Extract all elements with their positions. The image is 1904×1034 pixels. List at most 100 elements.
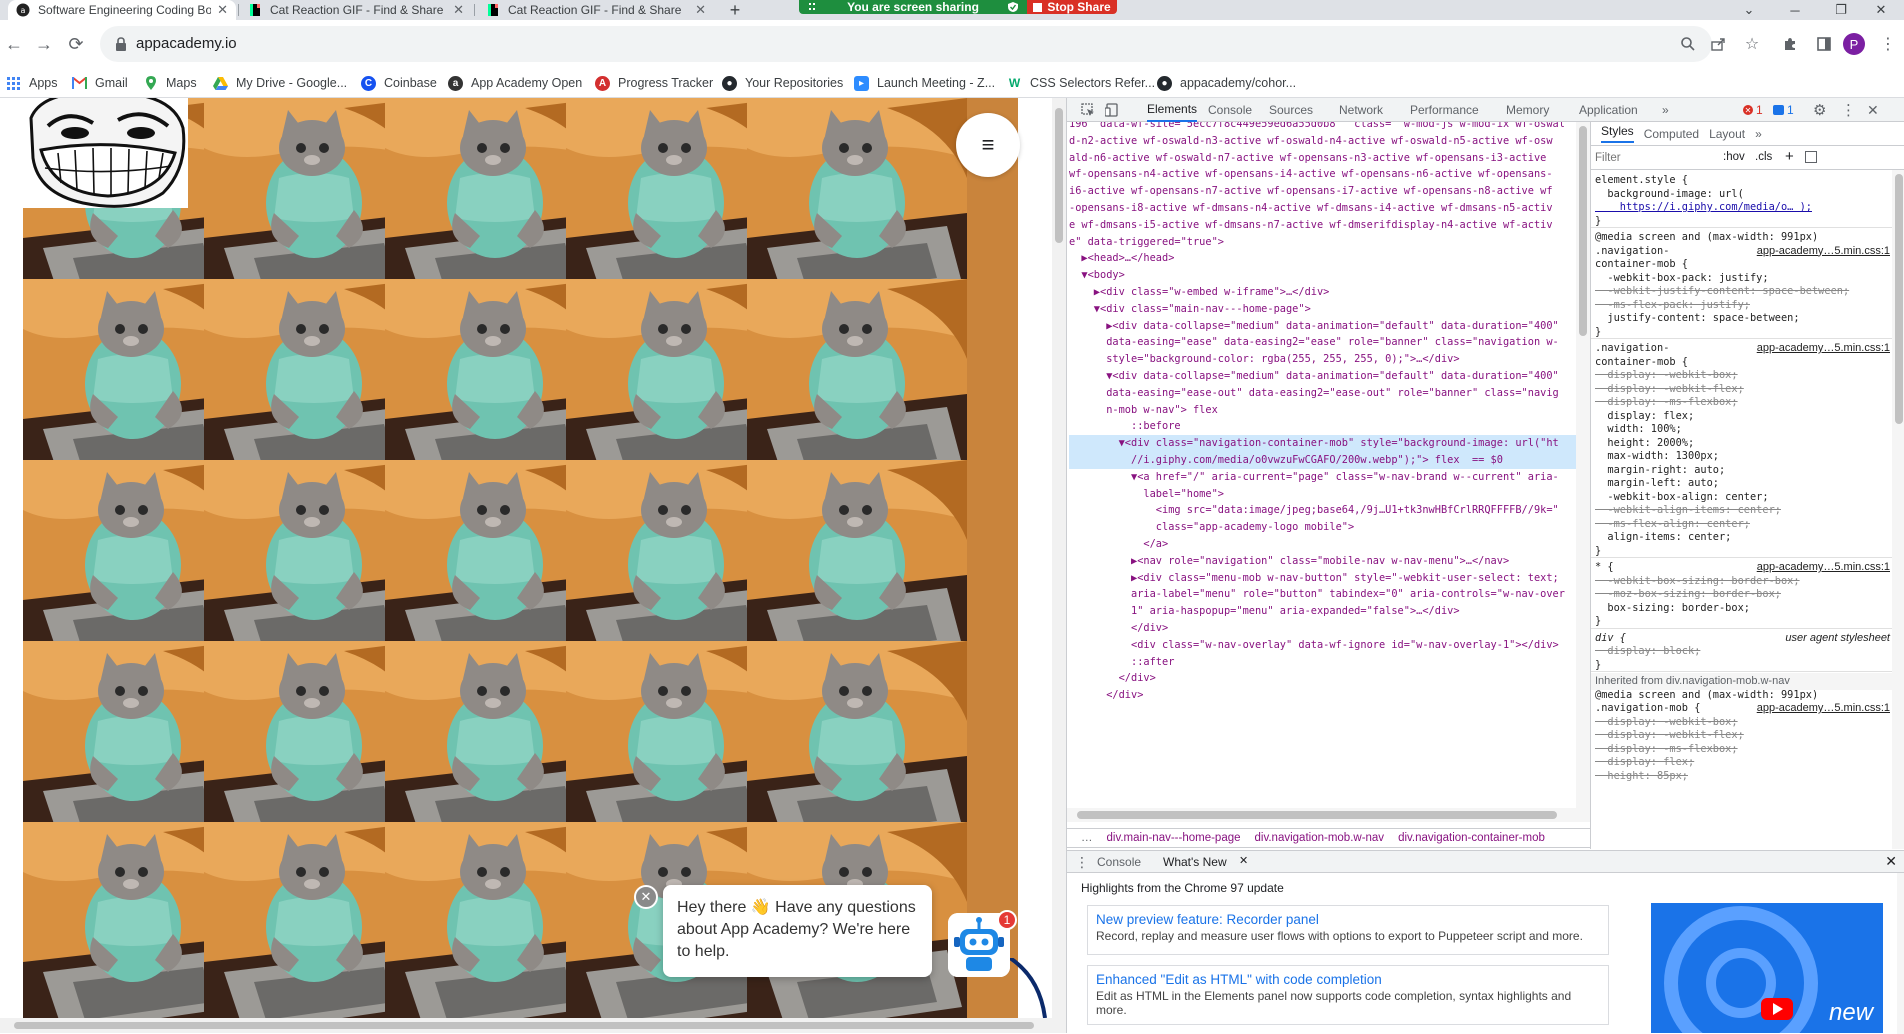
stop-share-button[interactable]: Stop Share (1027, 0, 1117, 14)
bookmark-css-selectors[interactable]: W CSS Selectors Refer... (1007, 74, 1155, 92)
device-toolbar-icon[interactable] (1105, 98, 1119, 122)
tab-styles[interactable]: Styles (1601, 124, 1634, 143)
drawer-kebab-icon[interactable]: ⋮ (1075, 854, 1089, 871)
bookmark-appacademy-cohort[interactable]: ● appacademy/cohor... (1157, 74, 1296, 92)
bookmark-gmail[interactable]: Gmail (72, 74, 128, 92)
tab-layout[interactable]: Layout (1709, 127, 1745, 141)
dom-tree-line[interactable]: //i.giphy.com/media/o0vwzuFwCGAFO/200w.w… (1069, 452, 1579, 469)
message-counter[interactable]: 1 (1773, 98, 1794, 122)
whats-new-card-edit-html[interactable]: Enhanced "Edit as HTML" with code comple… (1087, 965, 1609, 1025)
style-rule-line[interactable]: align-items: center; (1595, 529, 1731, 546)
tab-close-icon[interactable]: ✕ (217, 2, 228, 18)
card-title[interactable]: New preview feature: Recorder panel (1096, 912, 1600, 927)
scroll-thumb[interactable] (14, 1022, 1034, 1029)
dom-tree-line[interactable]: -opensans-i8-active wf-dmsans-n4-active … (1069, 200, 1553, 217)
dom-tree-line[interactable]: ▼<div class="navigation-container-mob" s… (1069, 435, 1579, 452)
bookmark-coinbase[interactable]: C Coinbase (361, 74, 437, 92)
forward-arrow-icon[interactable]: → (32, 32, 56, 56)
devtools-tab-network[interactable]: Network (1339, 98, 1383, 122)
elements-vertical-scrollbar[interactable] (1576, 122, 1590, 822)
error-counter[interactable]: ✕ 1 (1743, 98, 1763, 122)
tab-cat-gif-2[interactable]: Cat Reaction GIF - Find & Share ✕ (478, 0, 714, 20)
dom-tree-line[interactable]: ▶<head>…</head> (1069, 250, 1174, 267)
bookmark-your-repositories[interactable]: ● Your Repositories (722, 74, 843, 92)
dom-tree-line[interactable]: class="app-academy-logo mobile"> (1069, 519, 1354, 536)
hover-state-toggle[interactable]: :hov (1723, 151, 1745, 163)
bookmark-apps[interactable]: Apps (6, 74, 58, 92)
elements-horizontal-scrollbar[interactable] (1067, 808, 1576, 822)
side-panel-icon[interactable] (1812, 32, 1836, 56)
dom-tree-line[interactable]: style="background-color: rgba(255, 255, … (1069, 351, 1459, 368)
page-vertical-scrollbar[interactable] (1052, 98, 1066, 1033)
tab-close-icon[interactable]: ✕ (453, 2, 464, 18)
bookmark-drive[interactable]: My Drive - Google... (213, 74, 347, 92)
dom-tree-line[interactable]: label="home"> (1069, 486, 1224, 503)
tab-app-academy[interactable]: a Software Engineering Coding Bo ✕ (8, 0, 236, 20)
breadcrumb-ellipsis[interactable]: … (1081, 832, 1093, 844)
drawer-scrollbar[interactable] (1897, 873, 1904, 1034)
page-horizontal-scrollbar[interactable] (0, 1018, 1052, 1033)
tab-computed[interactable]: Computed (1644, 127, 1699, 141)
style-rule-line[interactable]: display: block; (1595, 643, 1700, 660)
profile-avatar[interactable]: P (1842, 32, 1866, 56)
dom-tree-line[interactable]: ▼<a href="/" aria-current="page" class="… (1069, 469, 1559, 486)
class-toggle[interactable]: .cls (1755, 151, 1772, 163)
bookmark-launch-meeting[interactable]: ▸ Launch Meeting - Z... (854, 74, 995, 92)
devtools-close-icon[interactable]: ✕ (1867, 98, 1879, 122)
dom-tree-line[interactable]: e" data-triggered="true"> (1069, 234, 1224, 251)
tab-close-icon[interactable]: ✕ (695, 2, 706, 18)
dom-tree-line[interactable]: ald-n6-active wf-oswald-n7-active wf-ope… (1069, 150, 1546, 167)
scroll-thumb[interactable] (1055, 108, 1063, 243)
devtools-tab-sources[interactable]: Sources (1269, 98, 1313, 122)
style-rule-line[interactable]: box-sizing: border-box; (1595, 600, 1750, 617)
dom-tree-line[interactable]: ▼<div data-collapse="medium" data-animat… (1069, 368, 1559, 385)
style-source-link[interactable]: user agent stylesheet (1785, 630, 1890, 647)
computed-sidebar-icon[interactable] (1805, 151, 1817, 163)
share-icon[interactable] (1706, 32, 1730, 56)
drawer-tab-close-icon[interactable]: ✕ (1239, 854, 1248, 867)
inspect-element-icon[interactable] (1081, 98, 1095, 122)
dom-tree-line[interactable]: ▶<div class="hero---home-page wf-section… (1069, 704, 1429, 707)
devtools-tab-elements[interactable]: Elements (1147, 98, 1198, 122)
drawer-close-icon[interactable]: ✕ (1885, 853, 1897, 870)
dom-tree-line[interactable]: aria-label="menu" role="button" tabindex… (1069, 586, 1565, 603)
dom-tree-line[interactable]: </a> (1069, 536, 1168, 553)
dom-tree-line[interactable]: n-mob w-nav"> flex (1069, 402, 1218, 419)
dom-tree-line[interactable]: </div> (1069, 687, 1143, 704)
styles-more-tabs[interactable]: » (1755, 127, 1762, 141)
dom-tree-line[interactable]: ▶<div class="menu-mob w-nav-button" styl… (1069, 570, 1559, 587)
bookmark-progress-tracker[interactable]: A Progress Tracker (595, 74, 713, 92)
bookmark-maps[interactable]: Maps (143, 74, 197, 92)
dom-tree-line[interactable]: 196 data-wf-site="5ecc7f8c449e59ed6a55d0… (1069, 122, 1565, 133)
scroll-thumb[interactable] (1895, 174, 1903, 424)
breadcrumb-item[interactable]: div.main-nav---home-page (1107, 832, 1241, 844)
chat-greeting-bubble[interactable]: Hey there 👋 Have any questions about App… (663, 885, 932, 977)
tab-search-icon[interactable]: ⌄ (1726, 0, 1772, 20)
dom-tree-line[interactable]: ▶<nav role="navigation" class="mobile-na… (1069, 553, 1509, 570)
drawer-tab-whats-new[interactable]: What's New (1163, 855, 1227, 869)
dom-tree-line[interactable]: <div class="w-nav-overlay" data-wf-ignor… (1069, 637, 1559, 654)
breadcrumb-item[interactable]: div.navigation-container-mob (1398, 832, 1545, 844)
dom-tree-line[interactable]: ::before (1069, 418, 1181, 435)
dom-tree-line[interactable]: </div> (1069, 620, 1168, 637)
whats-new-video-thumbnail[interactable]: new (1651, 903, 1883, 1033)
dom-tree-line[interactable]: d-n2-active wf-oswald-n3-active wf-oswal… (1069, 133, 1553, 150)
devtools-kebab-icon[interactable]: ⋮ (1841, 98, 1856, 122)
devtools-tab-memory[interactable]: Memory (1506, 98, 1549, 122)
style-rule-line[interactable]: justify-content: space-between; (1595, 310, 1799, 327)
devtools-tab-performance[interactable]: Performance (1410, 98, 1479, 122)
style-rule-line[interactable]: height: 85px; (1595, 768, 1688, 785)
devtools-more-tabs[interactable]: » (1662, 98, 1669, 122)
dom-tree-line[interactable]: 1" aria-haspopup="menu" aria-expanded="f… (1069, 603, 1460, 620)
minimize-icon[interactable]: ─ (1772, 0, 1818, 20)
window-close-icon[interactable]: ✕ (1858, 0, 1904, 20)
dom-tree-line[interactable]: ▼<body> (1069, 267, 1124, 284)
devtools-tab-application[interactable]: Application (1579, 98, 1638, 122)
back-arrow-icon[interactable]: ← (2, 32, 26, 56)
kebab-menu-icon[interactable]: ⋮ (1876, 32, 1900, 56)
dom-tree-line[interactable]: ▼<div class="main-nav---home-page"> (1069, 301, 1311, 318)
devtools-tab-console[interactable]: Console (1208, 98, 1252, 122)
chat-close-button[interactable]: ✕ (634, 885, 658, 909)
breadcrumb-item[interactable]: div.navigation-mob.w-nav (1255, 832, 1385, 844)
bookmark-app-academy-open[interactable]: a App Academy Open (448, 74, 582, 92)
